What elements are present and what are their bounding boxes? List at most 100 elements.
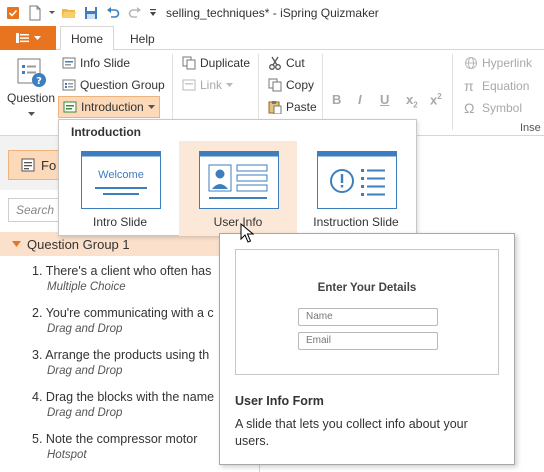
- question-icon: ?: [17, 58, 46, 87]
- list-item-text: Drag the blocks with the name: [45, 390, 215, 404]
- app-menu-button[interactable]: [0, 26, 56, 50]
- chevron-down-icon: [226, 83, 234, 87]
- paste-button[interactable]: Paste: [268, 100, 317, 114]
- list-item-text: Arrange the products using th: [45, 348, 210, 362]
- list-item-number: 1.: [32, 264, 43, 278]
- duplicate-icon: [182, 56, 196, 70]
- intro-thumb-text: Welcome: [98, 169, 144, 181]
- chevron-down-icon: [27, 112, 35, 116]
- app-logo-icon: [4, 4, 22, 22]
- question-group-icon: [62, 79, 76, 91]
- mouse-cursor-icon: [240, 223, 254, 243]
- instruction-slide-label: Instruction Slide: [313, 215, 399, 229]
- question-group-label: Question Group: [80, 78, 165, 92]
- tooltip-preview: Enter Your Details Name Email: [235, 249, 499, 375]
- link-icon: [182, 79, 196, 91]
- italic-button[interactable]: I: [358, 92, 362, 107]
- introduction-icon: [63, 101, 77, 113]
- user-info-tooltip: Enter Your Details Name Email User Info …: [219, 233, 515, 465]
- link-button[interactable]: Link: [182, 78, 234, 92]
- save-icon[interactable]: [82, 4, 100, 22]
- intro-slide-option[interactable]: Welcome Intro Slide: [61, 141, 179, 236]
- globe-icon: [465, 57, 477, 69]
- list-item-number: 5.: [32, 432, 43, 446]
- preview-email-field: Email: [298, 332, 438, 350]
- introduction-button[interactable]: Introduction: [58, 96, 160, 118]
- new-file-icon[interactable]: [26, 4, 44, 22]
- paste-label: Paste: [286, 100, 317, 114]
- question-group-button[interactable]: Question Group: [62, 78, 165, 92]
- duplicate-button[interactable]: Duplicate: [182, 56, 250, 70]
- symbol-button[interactable]: Ω Symbol: [464, 100, 522, 116]
- intro-slide-label: Intro Slide: [92, 215, 148, 229]
- subscript-button[interactable]: x2: [406, 92, 418, 110]
- scissors-icon: [269, 56, 281, 70]
- chevron-down-icon: [147, 105, 155, 109]
- open-folder-icon[interactable]: [60, 4, 78, 22]
- question-group-title: Question Group 1: [27, 236, 130, 252]
- subscript-2: 2: [413, 100, 418, 110]
- customize-toolbar-icon[interactable]: [148, 4, 158, 22]
- tab-help[interactable]: Help: [120, 26, 165, 51]
- tooltip-title: User Info Form: [235, 394, 324, 408]
- ribbon-separator: [452, 54, 453, 130]
- copy-icon: [268, 78, 282, 92]
- paste-icon: [268, 101, 282, 114]
- tooltip-description: A slide that lets you collect info about…: [235, 417, 468, 448]
- instruction-slide-thumbnail: [317, 151, 397, 209]
- superscript-2: 2: [437, 92, 442, 101]
- dropdown-header: Introduction: [71, 125, 141, 139]
- bold-button[interactable]: B: [332, 92, 341, 107]
- duplicate-label: Duplicate: [200, 56, 251, 70]
- title-bar: selling_techniques* - iSpring Quizmaker: [0, 0, 544, 26]
- list-item-number: 4.: [32, 390, 43, 404]
- form-icon: [21, 158, 35, 172]
- cut-button[interactable]: Cut: [268, 56, 305, 70]
- superscript-button[interactable]: x2: [430, 92, 442, 107]
- quick-access-toolbar: [0, 4, 158, 22]
- chevron-down-icon: [33, 35, 41, 40]
- list-item-text: Note the compressor motor: [45, 432, 198, 446]
- pi-icon: π: [464, 78, 474, 94]
- menu-icon: [15, 33, 29, 43]
- symbol-label: Symbol: [482, 101, 523, 115]
- list-item-number: 3.: [32, 348, 43, 362]
- info-slide-label: Info Slide: [80, 56, 131, 70]
- copy-label: Copy: [286, 78, 315, 92]
- info-slide-button[interactable]: Info Slide: [62, 56, 130, 70]
- user-info-label: User Info: [213, 215, 263, 229]
- equation-label: Equation: [482, 79, 530, 93]
- list-item-text: There's a client who often has: [45, 264, 212, 278]
- dropdown-arrow-icon[interactable]: [48, 4, 56, 22]
- redo-icon[interactable]: [126, 4, 144, 22]
- window-title: selling_techniques* - iSpring Quizmaker: [166, 6, 379, 20]
- question-button[interactable]: ? Question: [6, 56, 56, 119]
- tab-home[interactable]: Home: [60, 26, 115, 51]
- hyperlink-label: Hyperlink: [482, 56, 533, 70]
- collapse-arrow-icon[interactable]: [12, 241, 21, 247]
- user-info-thumbnail: [199, 151, 279, 209]
- link-label: Link: [200, 78, 223, 92]
- introduction-dropdown: Introduction Welcome Intro Slide User In…: [58, 119, 417, 236]
- hyperlink-button[interactable]: Hyperlink: [464, 56, 532, 70]
- cut-label: Cut: [286, 56, 305, 70]
- underline-button[interactable]: U: [380, 92, 389, 107]
- instruction-slide-option[interactable]: Instruction Slide: [297, 141, 415, 236]
- info-slide-icon: [62, 57, 76, 69]
- preview-heading: Enter Your Details: [317, 282, 417, 294]
- equation-button[interactable]: π Equation: [464, 78, 529, 94]
- insert-group-label: Inse: [520, 122, 541, 134]
- list-item-number: 2.: [32, 306, 43, 320]
- preview-name-field: Name: [298, 308, 438, 326]
- form-view-label: Fo: [41, 157, 57, 173]
- copy-button[interactable]: Copy: [268, 78, 314, 92]
- undo-icon[interactable]: [104, 4, 122, 22]
- intro-slide-thumbnail: Welcome: [81, 151, 161, 209]
- ribbon-tab-row: Home Help: [0, 26, 544, 51]
- user-info-option[interactable]: User Info: [179, 141, 297, 236]
- svg-text:?: ?: [36, 76, 42, 87]
- introduction-label: Introduction: [81, 100, 144, 114]
- omega-icon: Ω: [464, 100, 475, 116]
- question-label: Question: [6, 91, 56, 105]
- list-item-text: You're communicating with a c: [45, 306, 214, 320]
